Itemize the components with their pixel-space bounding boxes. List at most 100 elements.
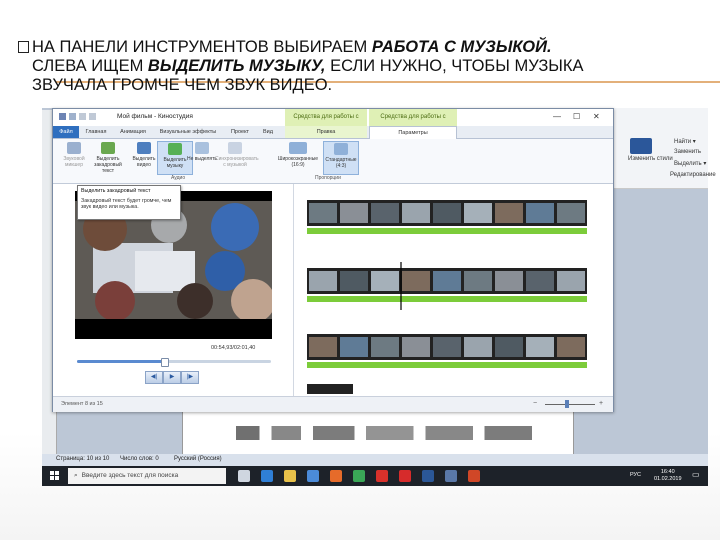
zoom-slider-handle[interactable] xyxy=(565,400,569,408)
clip-thumbnail[interactable] xyxy=(309,337,337,357)
clip-thumbnail[interactable] xyxy=(557,203,585,223)
tooltip-body: Закадровый текст будет громче, чем звук … xyxy=(81,198,172,210)
file-explorer-icon[interactable] xyxy=(284,470,296,482)
clip-thumbnail[interactable] xyxy=(464,203,492,223)
change-styles-button[interactable]: Изменить стили xyxy=(628,156,673,162)
tab-animation[interactable]: Анимация xyxy=(115,126,151,138)
music-track-bar[interactable] xyxy=(307,362,587,368)
sync-icon xyxy=(228,142,242,154)
ribbon-panel: Звуковой микшер Выделить закадровый текс… xyxy=(53,139,613,184)
zoom-slider[interactable] xyxy=(545,404,595,405)
clip-thumbnail[interactable] xyxy=(433,203,461,223)
audio-group-label: Аудио xyxy=(171,175,186,181)
chrome-icon[interactable] xyxy=(353,470,365,482)
zoom-in-button[interactable]: + xyxy=(599,400,603,407)
powerpoint-icon[interactable] xyxy=(468,470,480,482)
highlight-video-button[interactable]: Выделить видео xyxy=(127,141,161,173)
clip-thumbnail[interactable] xyxy=(495,337,523,357)
taskbar-search-box[interactable]: ⌕ Введите здесь текст для поиска xyxy=(68,468,226,484)
moviemaker-icon[interactable] xyxy=(445,470,457,482)
document-embedded-screenshot xyxy=(236,426,532,440)
clip-thumbnail[interactable] xyxy=(402,203,430,223)
tray-language[interactable]: РУС xyxy=(630,472,641,479)
editing-group-label: Редактирование xyxy=(670,172,716,178)
clip-thumbnail[interactable] xyxy=(557,271,585,291)
find-button[interactable]: Найти ▾ xyxy=(674,138,696,145)
seek-bar[interactable] xyxy=(77,358,271,367)
clip-thumbnail[interactable] xyxy=(495,271,523,291)
tab-project[interactable]: Проект xyxy=(225,126,255,138)
opera-icon[interactable] xyxy=(399,470,411,482)
clip-thumbnail[interactable] xyxy=(340,203,368,223)
standard-aspect-button[interactable]: Стандартные (4:3) xyxy=(323,141,359,175)
audio-mixer-button[interactable]: Звуковой микшер xyxy=(57,141,91,173)
clip-thumbnail[interactable] xyxy=(309,203,337,223)
clip-thumbnail[interactable] xyxy=(433,337,461,357)
no-highlight-button[interactable]: Не выделять xyxy=(185,141,219,173)
sliders-icon xyxy=(67,142,81,154)
next-frame-button[interactable]: |▶ xyxy=(181,371,199,384)
pane-divider[interactable] xyxy=(293,184,294,396)
clip-thumbnail[interactable] xyxy=(495,203,523,223)
undo-quick-icon[interactable] xyxy=(79,113,86,120)
clip-thumbnail[interactable] xyxy=(402,271,430,291)
replace-button[interactable]: Заменить xyxy=(674,149,701,155)
clip-thumbnail[interactable] xyxy=(340,337,368,357)
sync-to-music-button[interactable]: Синхронизировать с музыкой xyxy=(215,141,259,173)
previous-frame-button[interactable]: ◀| xyxy=(145,371,163,384)
checkbox-bullet-icon xyxy=(18,41,29,53)
clip-strip[interactable] xyxy=(307,384,353,394)
clip-thumbnail[interactable] xyxy=(340,271,368,291)
tab-options[interactable]: Параметры xyxy=(369,126,457,139)
clip-thumbnail[interactable] xyxy=(526,203,554,223)
minimize-icon[interactable]: — xyxy=(553,112,561,121)
highlight-narration-button[interactable]: Выделить закадровый текст xyxy=(91,141,125,174)
window-title: Мой фильм - Киностудия xyxy=(117,113,193,120)
tab-file[interactable]: Файл xyxy=(53,126,79,138)
clip-thumbnail[interactable] xyxy=(526,271,554,291)
clip-thumbnail[interactable] xyxy=(433,271,461,291)
edge-icon[interactable] xyxy=(261,470,273,482)
task-view-icon[interactable] xyxy=(238,470,250,482)
clip-thumbnail[interactable] xyxy=(464,337,492,357)
redo-quick-icon[interactable] xyxy=(89,113,96,120)
play-button[interactable]: ▶ xyxy=(163,371,181,384)
styles-icon xyxy=(630,138,652,154)
clip-thumbnail[interactable] xyxy=(464,271,492,291)
clip-thumbnail[interactable] xyxy=(371,337,399,357)
clip-thumbnail[interactable] xyxy=(526,337,554,357)
ribbon-tabs: Файл Главная Анимация Визуальные эффекты… xyxy=(53,126,613,139)
clip-thumbnail[interactable] xyxy=(309,271,337,291)
music-track-bar[interactable] xyxy=(307,296,587,302)
tooltip-title: Выделить закадровый текст xyxy=(81,188,151,194)
clip-thumbnail[interactable] xyxy=(371,203,399,223)
tab-edit[interactable]: Правка xyxy=(285,126,367,138)
firefox-icon[interactable] xyxy=(330,470,342,482)
close-icon[interactable]: ✕ xyxy=(593,112,600,121)
tray-clock[interactable]: 16:40 01.02.2019 xyxy=(654,469,682,483)
seek-handle[interactable] xyxy=(161,358,170,367)
status-words: Число слов: 0 xyxy=(120,456,159,462)
windows-start-icon[interactable] xyxy=(50,471,60,481)
tab-view[interactable]: Вид xyxy=(257,126,279,138)
zoom-out-button[interactable]: − xyxy=(533,400,537,407)
storyboard-timeline[interactable] xyxy=(295,184,613,396)
maximize-icon[interactable]: ☐ xyxy=(573,112,580,121)
select-button[interactable]: Выделить ▾ xyxy=(674,160,706,167)
clip-thumbnail[interactable] xyxy=(371,271,399,291)
clock-date: 01.02.2019 xyxy=(654,476,682,482)
app-icon xyxy=(59,113,66,120)
clip-thumbnail[interactable] xyxy=(402,337,430,357)
save-quick-icon[interactable] xyxy=(69,113,76,120)
notifications-icon[interactable]: ▭ xyxy=(692,471,700,479)
tab-home[interactable]: Главная xyxy=(81,126,111,138)
store-icon[interactable] xyxy=(307,470,319,482)
proportions-group-label: Пропорции xyxy=(315,175,341,181)
music-track-bar[interactable] xyxy=(307,228,587,234)
storyboard-pane[interactable] xyxy=(295,184,613,396)
tab-visual-effects[interactable]: Визуальные эффекты xyxy=(155,126,221,138)
word-icon[interactable] xyxy=(422,470,434,482)
widescreen-button[interactable]: Широкоэкранные (16:9) xyxy=(277,141,319,173)
clip-thumbnail[interactable] xyxy=(557,337,585,357)
yandex-icon[interactable] xyxy=(376,470,388,482)
